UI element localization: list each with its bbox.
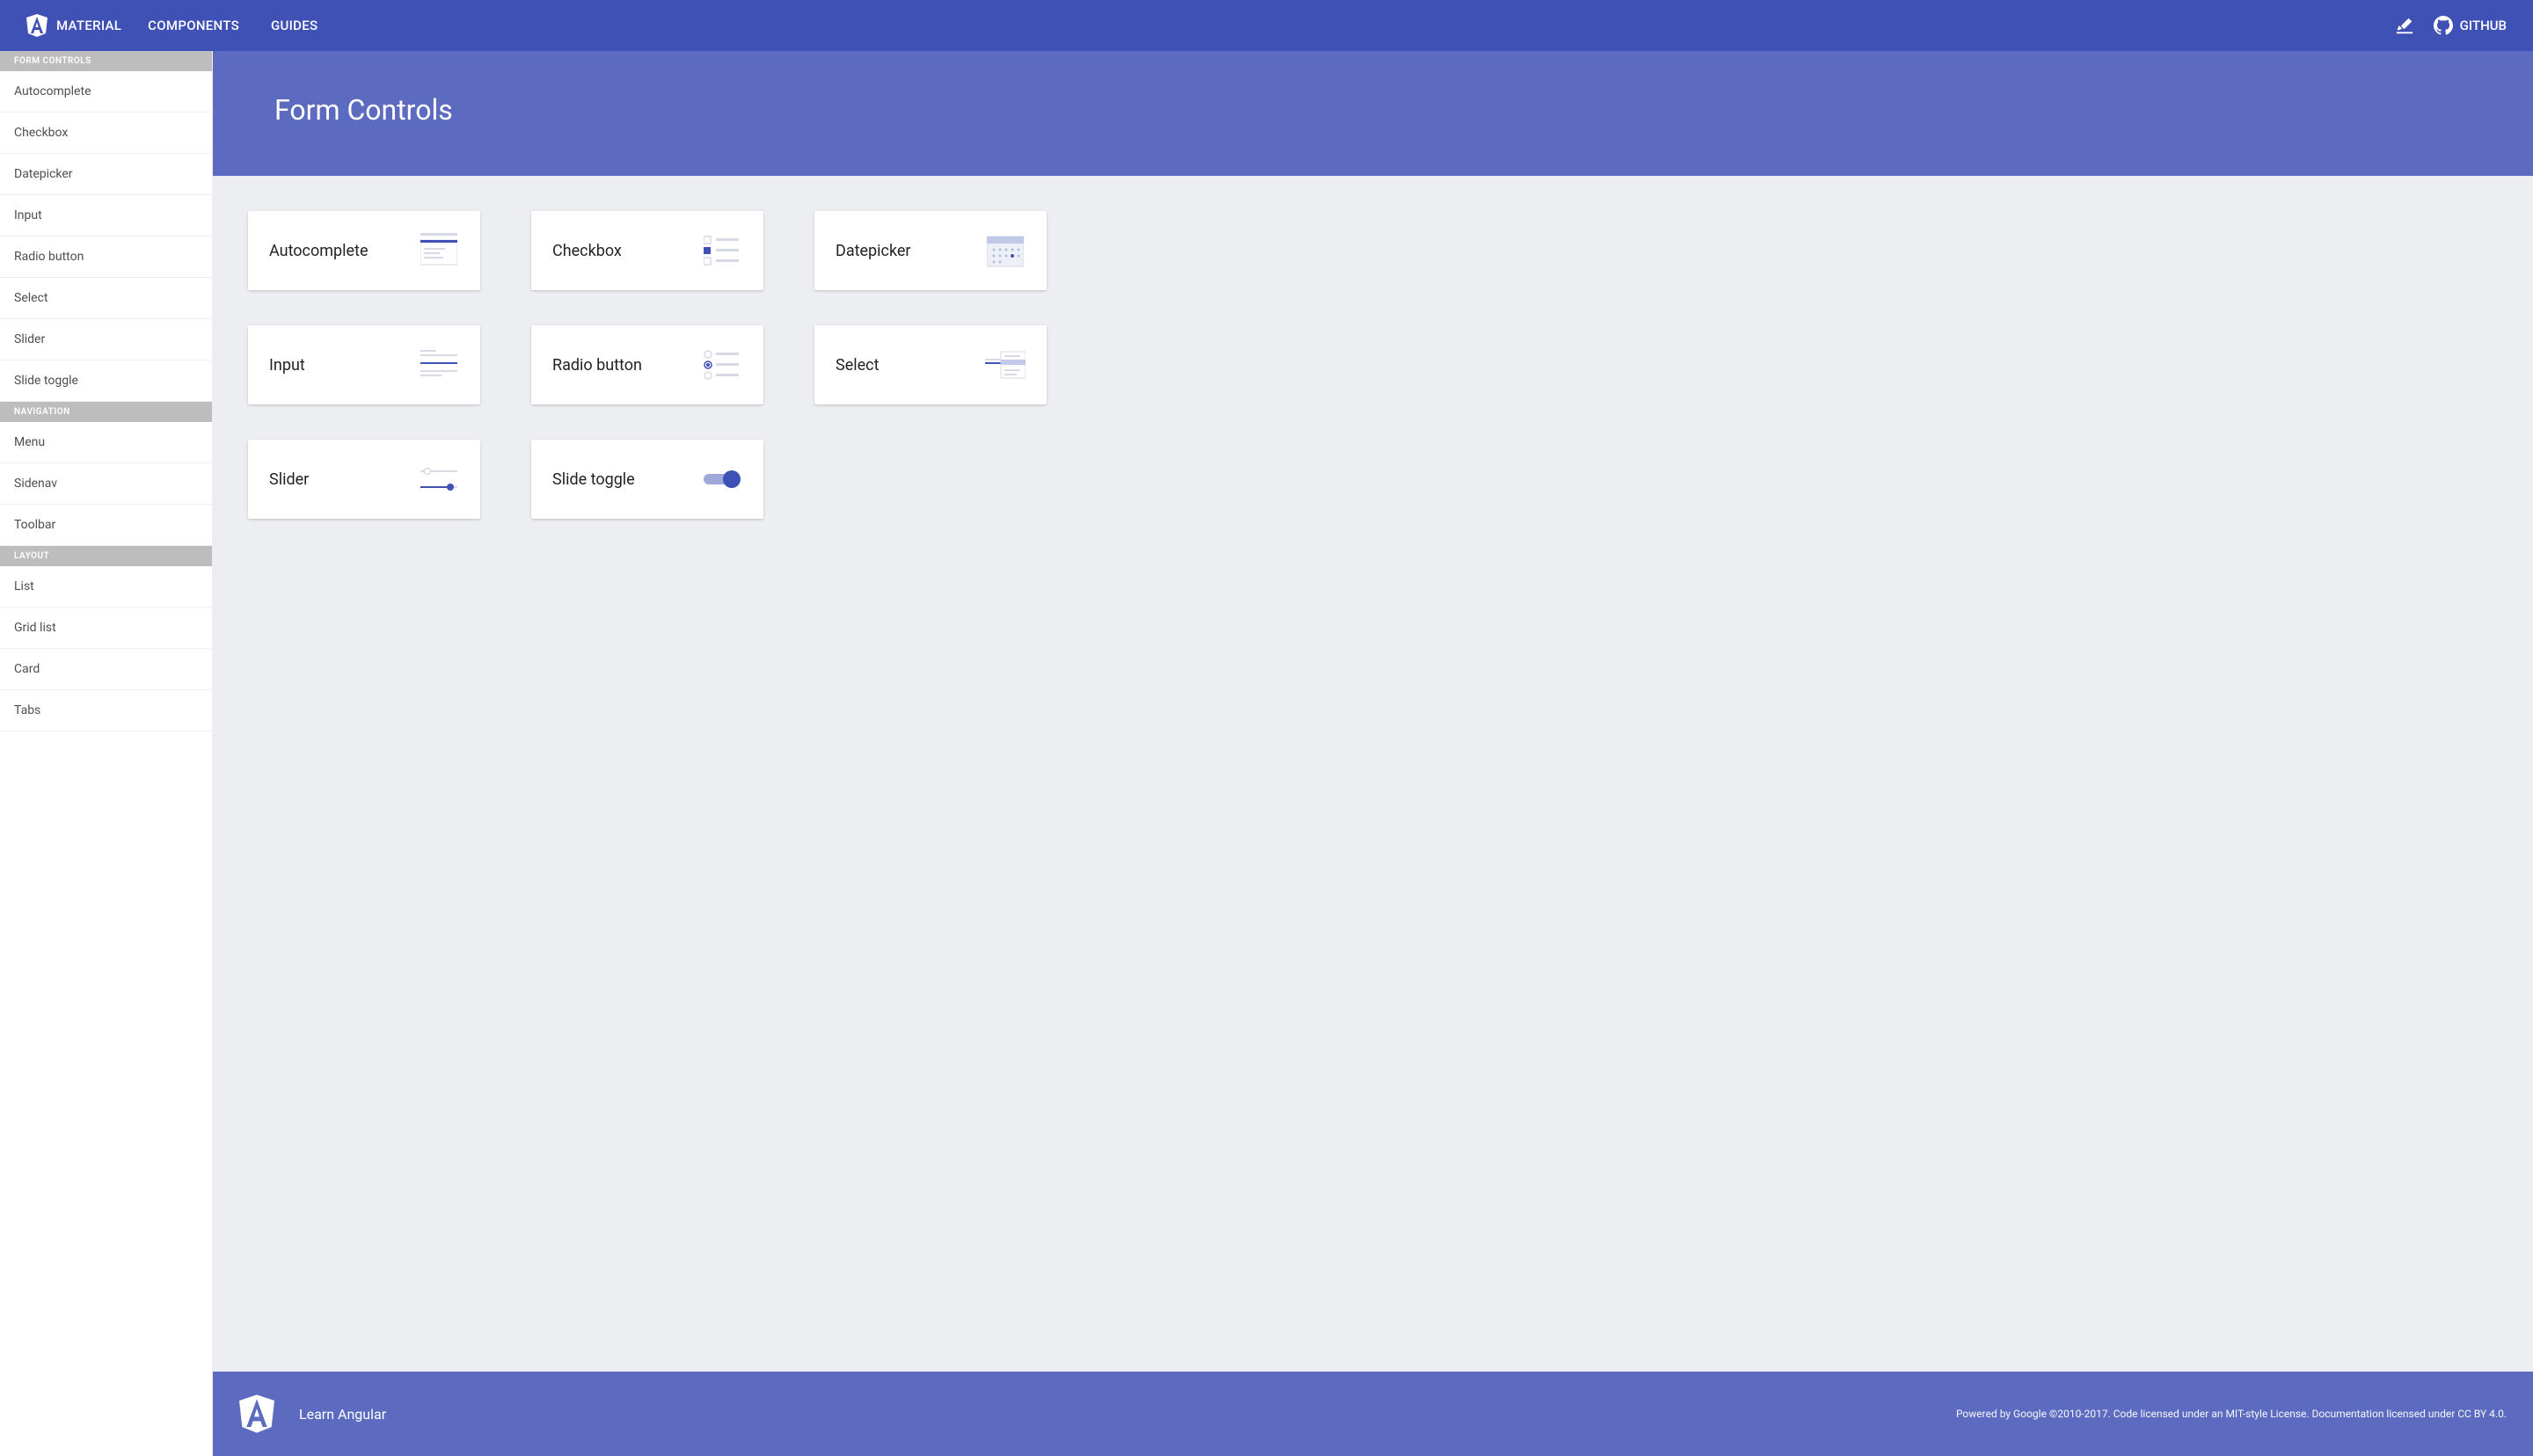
card-title: Autocomplete (269, 242, 368, 260)
card-title: Datepicker (836, 242, 911, 260)
sidebar-item-input[interactable]: Input (0, 195, 212, 237)
sidebar-item-checkbox[interactable]: Checkbox (0, 113, 212, 154)
sidebar-group-header: LAYOUT (0, 546, 212, 566)
sidebar-item-card[interactable]: Card (0, 649, 212, 690)
card-slide-toggle[interactable]: Slide toggle (531, 440, 763, 519)
card-select[interactable]: Select (814, 325, 1047, 404)
slider-icon (419, 462, 459, 497)
brand-name: MATERIAL (56, 18, 121, 33)
card-autocomplete[interactable]: Autocomplete (248, 211, 480, 290)
page-hero: Form Controls (213, 51, 2533, 176)
nav-links: COMPONENTS GUIDES (148, 18, 318, 33)
card-title: Input (269, 356, 305, 375)
card-title: Slide toggle (552, 470, 635, 489)
top-navbar: MATERIAL COMPONENTS GUIDES GITHUB (0, 0, 2533, 51)
sidebar-item-menu[interactable]: Menu (0, 422, 212, 463)
sidebar-item-datepicker[interactable]: Datepicker (0, 154, 212, 195)
nav-guides[interactable]: GUIDES (271, 18, 318, 33)
card-datepicker[interactable]: Datepicker (814, 211, 1047, 290)
autocomplete-icon (419, 233, 459, 268)
angular-logo-icon (239, 1394, 274, 1433)
sidebar: FORM CONTROLS Autocomplete Checkbox Date… (0, 51, 213, 1456)
card-checkbox[interactable]: Checkbox (531, 211, 763, 290)
card-radio-button[interactable]: Radio button (531, 325, 763, 404)
card-title: Select (836, 356, 879, 375)
nav-components[interactable]: COMPONENTS (148, 18, 239, 33)
page-title: Form Controls (274, 93, 2471, 127)
main-content: Form Controls Autocomplete Checkbox (213, 51, 2533, 1456)
card-slider[interactable]: Slider (248, 440, 480, 519)
sidebar-item-sidenav[interactable]: Sidenav (0, 463, 212, 505)
github-link[interactable]: GITHUB (2434, 16, 2507, 35)
input-icon (419, 347, 459, 382)
sidebar-item-select[interactable]: Select (0, 278, 212, 319)
theme-picker-icon[interactable] (2395, 16, 2414, 35)
sidebar-item-slider[interactable]: Slider (0, 319, 212, 360)
sidebar-group-header: NAVIGATION (0, 402, 212, 422)
card-input[interactable]: Input (248, 325, 480, 404)
card-title: Checkbox (552, 242, 622, 260)
component-card-grid: Autocomplete Checkbox Datepicker (248, 211, 2498, 519)
card-title: Slider (269, 470, 309, 489)
github-icon (2434, 16, 2453, 35)
radio-icon (702, 347, 742, 382)
select-icon (985, 347, 1026, 382)
slide-toggle-icon (702, 462, 742, 497)
sidebar-item-toolbar[interactable]: Toolbar (0, 505, 212, 546)
brand[interactable]: MATERIAL (26, 14, 121, 37)
github-label: GITHUB (2460, 18, 2507, 33)
footer: Learn Angular Powered by Google ©2010-20… (213, 1372, 2533, 1456)
sidebar-item-slide-toggle[interactable]: Slide toggle (0, 360, 212, 402)
sidebar-item-grid-list[interactable]: Grid list (0, 608, 212, 649)
datepicker-icon (985, 233, 1026, 268)
sidebar-item-radio-button[interactable]: Radio button (0, 237, 212, 278)
sidebar-item-tabs[interactable]: Tabs (0, 690, 212, 732)
sidebar-group-header: FORM CONTROLS (0, 51, 212, 71)
sidebar-item-autocomplete[interactable]: Autocomplete (0, 71, 212, 113)
footer-learn-link[interactable]: Learn Angular (299, 1406, 386, 1423)
checkbox-icon (702, 233, 742, 268)
footer-legal: Powered by Google ©2010-2017. Code licen… (1956, 1408, 2507, 1420)
card-title: Radio button (552, 356, 642, 375)
angular-logo-icon (26, 14, 47, 37)
sidebar-item-list[interactable]: List (0, 566, 212, 608)
